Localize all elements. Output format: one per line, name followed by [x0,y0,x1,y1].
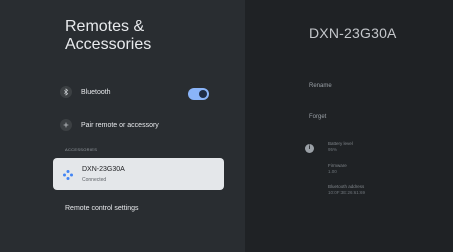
toggle-knob [199,90,207,98]
plus-icon [60,119,72,131]
remote-control-settings-item[interactable]: Remote control settings [65,205,139,212]
info-icon: i [305,144,314,153]
gamepad-icon [62,168,74,180]
device-detail-title: DXN-23G30A [309,25,397,41]
page-title: Remotes & Accessories [65,18,152,53]
bluetooth-icon [60,86,72,98]
address-value: 10:0F:3E:26:61:69 [328,190,366,195]
rename-option[interactable]: Rename [309,83,332,89]
firmware-info: Firmware 1.00 [328,163,347,175]
firmware-value: 1.00 [328,169,337,174]
pair-remote-label: Pair remote or accessory [81,121,159,129]
bluetooth-label: Bluetooth [81,88,111,96]
battery-value: 95% [328,147,338,152]
device-status: Connected [82,177,107,183]
device-item-dxn-23g30a[interactable]: DXN-23G30A Connected [53,158,224,190]
settings-panel: Remotes & Accessories Bluetooth Pair rem… [0,0,245,252]
device-name: DXN-23G30A [82,166,125,173]
battery-info: Battery level 95% [328,141,353,153]
forget-option[interactable]: Forget [309,114,326,120]
pair-remote-row[interactable]: Pair remote or accessory [60,119,159,131]
bluetooth-toggle[interactable] [188,88,209,100]
address-info: Bluetooth address 10:0F:3E:26:61:69 [328,184,365,196]
accessories-section-header: ACCESSORIES [65,147,98,152]
